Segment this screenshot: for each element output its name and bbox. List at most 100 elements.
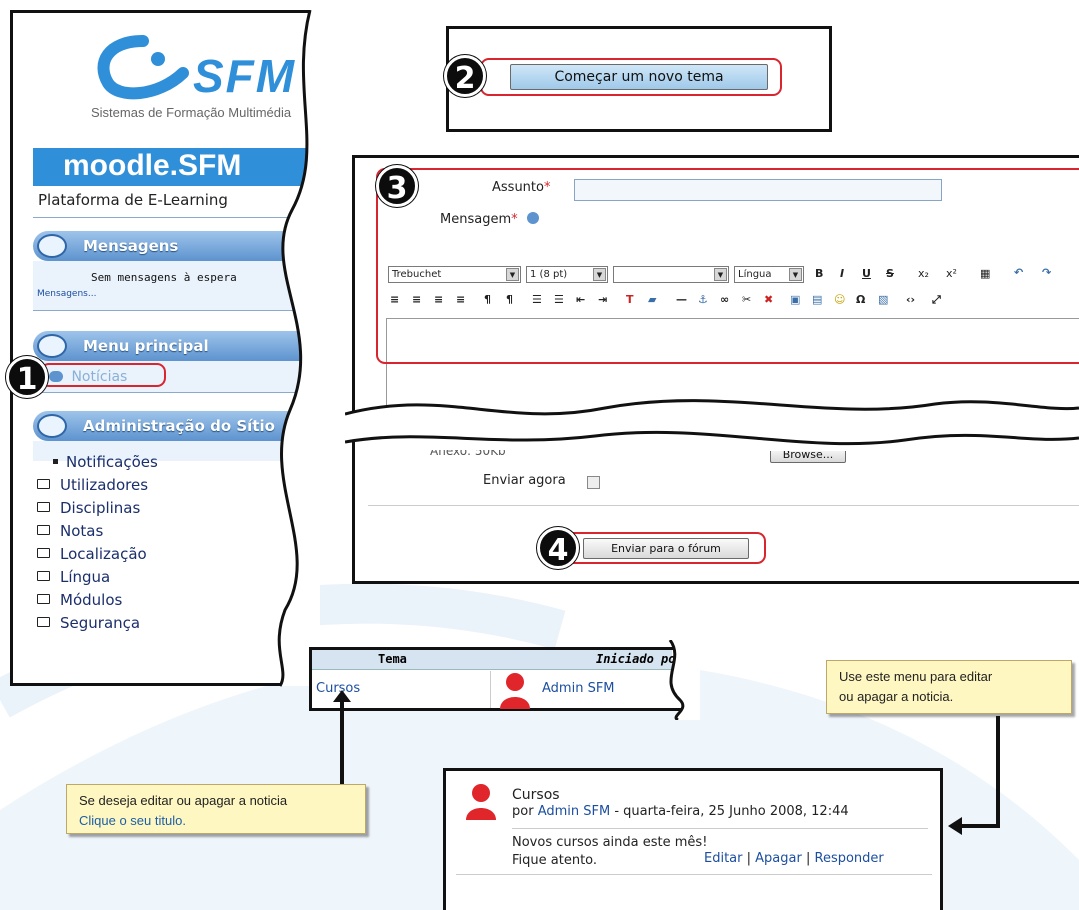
post-author-link[interactable]: Admin SFM <box>538 804 611 819</box>
admin-item-language[interactable]: Língua <box>37 568 110 586</box>
message-label: Mensagem* <box>440 212 539 227</box>
chevron-down-icon: ▼ <box>789 268 802 281</box>
byline-prefix: por <box>512 804 534 819</box>
user-avatar-icon <box>500 673 530 709</box>
subject-input[interactable] <box>574 179 942 201</box>
admin-item-label: Utilizadores <box>60 476 149 494</box>
graduation-cap-icon <box>37 414 67 438</box>
strikethrough-icon[interactable]: S <box>886 267 894 280</box>
admin-item-users[interactable]: Utilizadores <box>37 476 148 494</box>
send-now-checkbox[interactable] <box>587 476 600 489</box>
divider <box>368 505 1079 506</box>
underline-icon[interactable]: U <box>862 267 871 280</box>
hint-edit-menu: Use este menu para editar ou apagar a no… <box>826 660 1072 714</box>
style-select[interactable]: ▼ <box>613 266 729 283</box>
chevron-down-icon: ▼ <box>714 268 727 281</box>
admin-item-label: Localização <box>60 545 147 563</box>
paste-word-icon[interactable]: ▧ <box>878 293 888 306</box>
subject-label: Assunto* <box>492 180 550 195</box>
folder-icon <box>37 479 50 489</box>
admin-item-label: Disciplinas <box>60 499 141 517</box>
align-center-icon[interactable]: ≡ <box>412 293 421 306</box>
smiley-icon[interactable]: ☺ <box>834 293 845 306</box>
post-body-line: Novos cursos ainda este mês! <box>512 835 708 850</box>
delete-link[interactable]: Apagar <box>755 851 802 866</box>
topics-table: Tema Iniciado por Cursos Admin SFM <box>312 650 683 709</box>
user-avatar-icon <box>466 784 496 820</box>
submit-forum-button[interactable]: Enviar para o fórum <box>583 538 749 559</box>
post-title: Cursos <box>512 787 560 803</box>
language-select[interactable]: Língua ▼ <box>734 266 804 283</box>
arrow-left-icon <box>948 716 1000 835</box>
language-select-value: Língua <box>738 269 772 280</box>
unordered-list-icon[interactable]: ☰ <box>554 293 564 306</box>
bold-icon[interactable]: B <box>815 267 823 280</box>
ltr-icon[interactable]: ¶ <box>484 293 491 306</box>
admin-item-grades[interactable]: Notas <box>37 522 103 540</box>
divider <box>456 874 932 875</box>
outdent-icon[interactable]: ⇤ <box>576 293 585 306</box>
special-char-icon[interactable]: Ω <box>856 293 865 306</box>
author-link[interactable]: Admin SFM <box>542 681 615 696</box>
folder-icon <box>37 502 50 512</box>
link-icon[interactable]: ∞ <box>720 293 729 306</box>
torn-edge <box>277 10 320 687</box>
unlink-icon[interactable]: ✂ <box>742 293 751 306</box>
admin-item-security[interactable]: Segurança <box>37 614 140 632</box>
superscript-icon[interactable]: x² <box>946 267 957 280</box>
edit-link[interactable]: Editar <box>704 851 743 866</box>
messages-title: Mensagens <box>83 237 179 255</box>
ordered-list-icon[interactable]: ☰ <box>532 293 542 306</box>
clean-html-icon[interactable]: ▦ <box>980 267 990 280</box>
step-1-badge: 1 <box>6 356 48 398</box>
anchor-icon[interactable]: ⚓ <box>698 293 708 306</box>
nolink-icon[interactable]: ✖ <box>764 293 773 306</box>
admin-item-label: Segurança <box>60 614 141 632</box>
size-select[interactable]: 1 (8 pt) ▼ <box>526 266 608 283</box>
torn-edge <box>668 640 700 720</box>
help-icon[interactable] <box>526 212 539 224</box>
main-menu-title: Menu principal <box>83 337 209 355</box>
admin-item-notifications[interactable]: Notificações <box>53 453 158 471</box>
html-source-icon[interactable]: ‹› <box>906 293 915 306</box>
fullscreen-icon[interactable]: ⤢ <box>932 293 941 307</box>
admin-item-modules[interactable]: Módulos <box>37 591 122 609</box>
graduation-cap-icon <box>37 334 67 358</box>
chevron-down-icon: ▼ <box>506 268 519 281</box>
messages-link[interactable]: Mensagens... <box>37 289 96 299</box>
reply-link[interactable]: Responder <box>815 851 884 866</box>
hint-line: Clique o seu titulo. <box>79 813 186 828</box>
align-left-icon[interactable]: ≡ <box>390 293 399 306</box>
justify-icon[interactable]: ≡ <box>456 293 465 306</box>
image-icon[interactable]: ▣ <box>790 293 800 306</box>
subscript-icon[interactable]: x₂ <box>918 267 929 280</box>
speech-bubble-icon <box>49 371 63 382</box>
message-label-text: Mensagem <box>440 212 512 227</box>
italic-icon[interactable]: I <box>840 267 844 280</box>
post-actions: Editar | Apagar | Responder <box>704 851 884 866</box>
divider <box>490 671 491 708</box>
undo-icon[interactable]: ↶ <box>1014 266 1023 279</box>
news-link-label: Notícias <box>71 369 128 385</box>
rtl-icon[interactable]: ¶ <box>506 293 513 306</box>
required-mark: * <box>511 212 518 227</box>
indent-icon[interactable]: ⇥ <box>598 293 607 306</box>
font-select[interactable]: Trebuchet ▼ <box>388 266 521 283</box>
post-byline: por Admin SFM - quarta-feira, 25 Junho 2… <box>512 804 849 819</box>
new-topic-button[interactable]: Começar um novo tema <box>510 64 768 90</box>
table-icon[interactable]: ▤ <box>812 293 822 306</box>
horizontal-rule-icon[interactable]: — <box>676 293 687 306</box>
step-4-badge: 4 <box>537 527 579 569</box>
table-header: Tema Iniciado por <box>312 650 683 670</box>
bg-color-icon[interactable]: ▰ <box>648 293 656 306</box>
tutorial-screenshot: SFM Sistemas de Formação Multimédia mood… <box>0 0 1079 910</box>
admin-item-courses[interactable]: Disciplinas <box>37 499 140 517</box>
text-color-icon[interactable]: T <box>626 293 634 306</box>
admin-item-label: Língua <box>60 568 111 586</box>
align-right-icon[interactable]: ≡ <box>434 293 443 306</box>
admin-item-location[interactable]: Localização <box>37 545 147 563</box>
news-link[interactable]: Notícias <box>49 369 127 385</box>
messages-empty-text: Sem mensagens à espera <box>91 271 237 284</box>
redo-icon[interactable]: ↷ <box>1042 266 1051 279</box>
folder-icon <box>37 548 50 558</box>
